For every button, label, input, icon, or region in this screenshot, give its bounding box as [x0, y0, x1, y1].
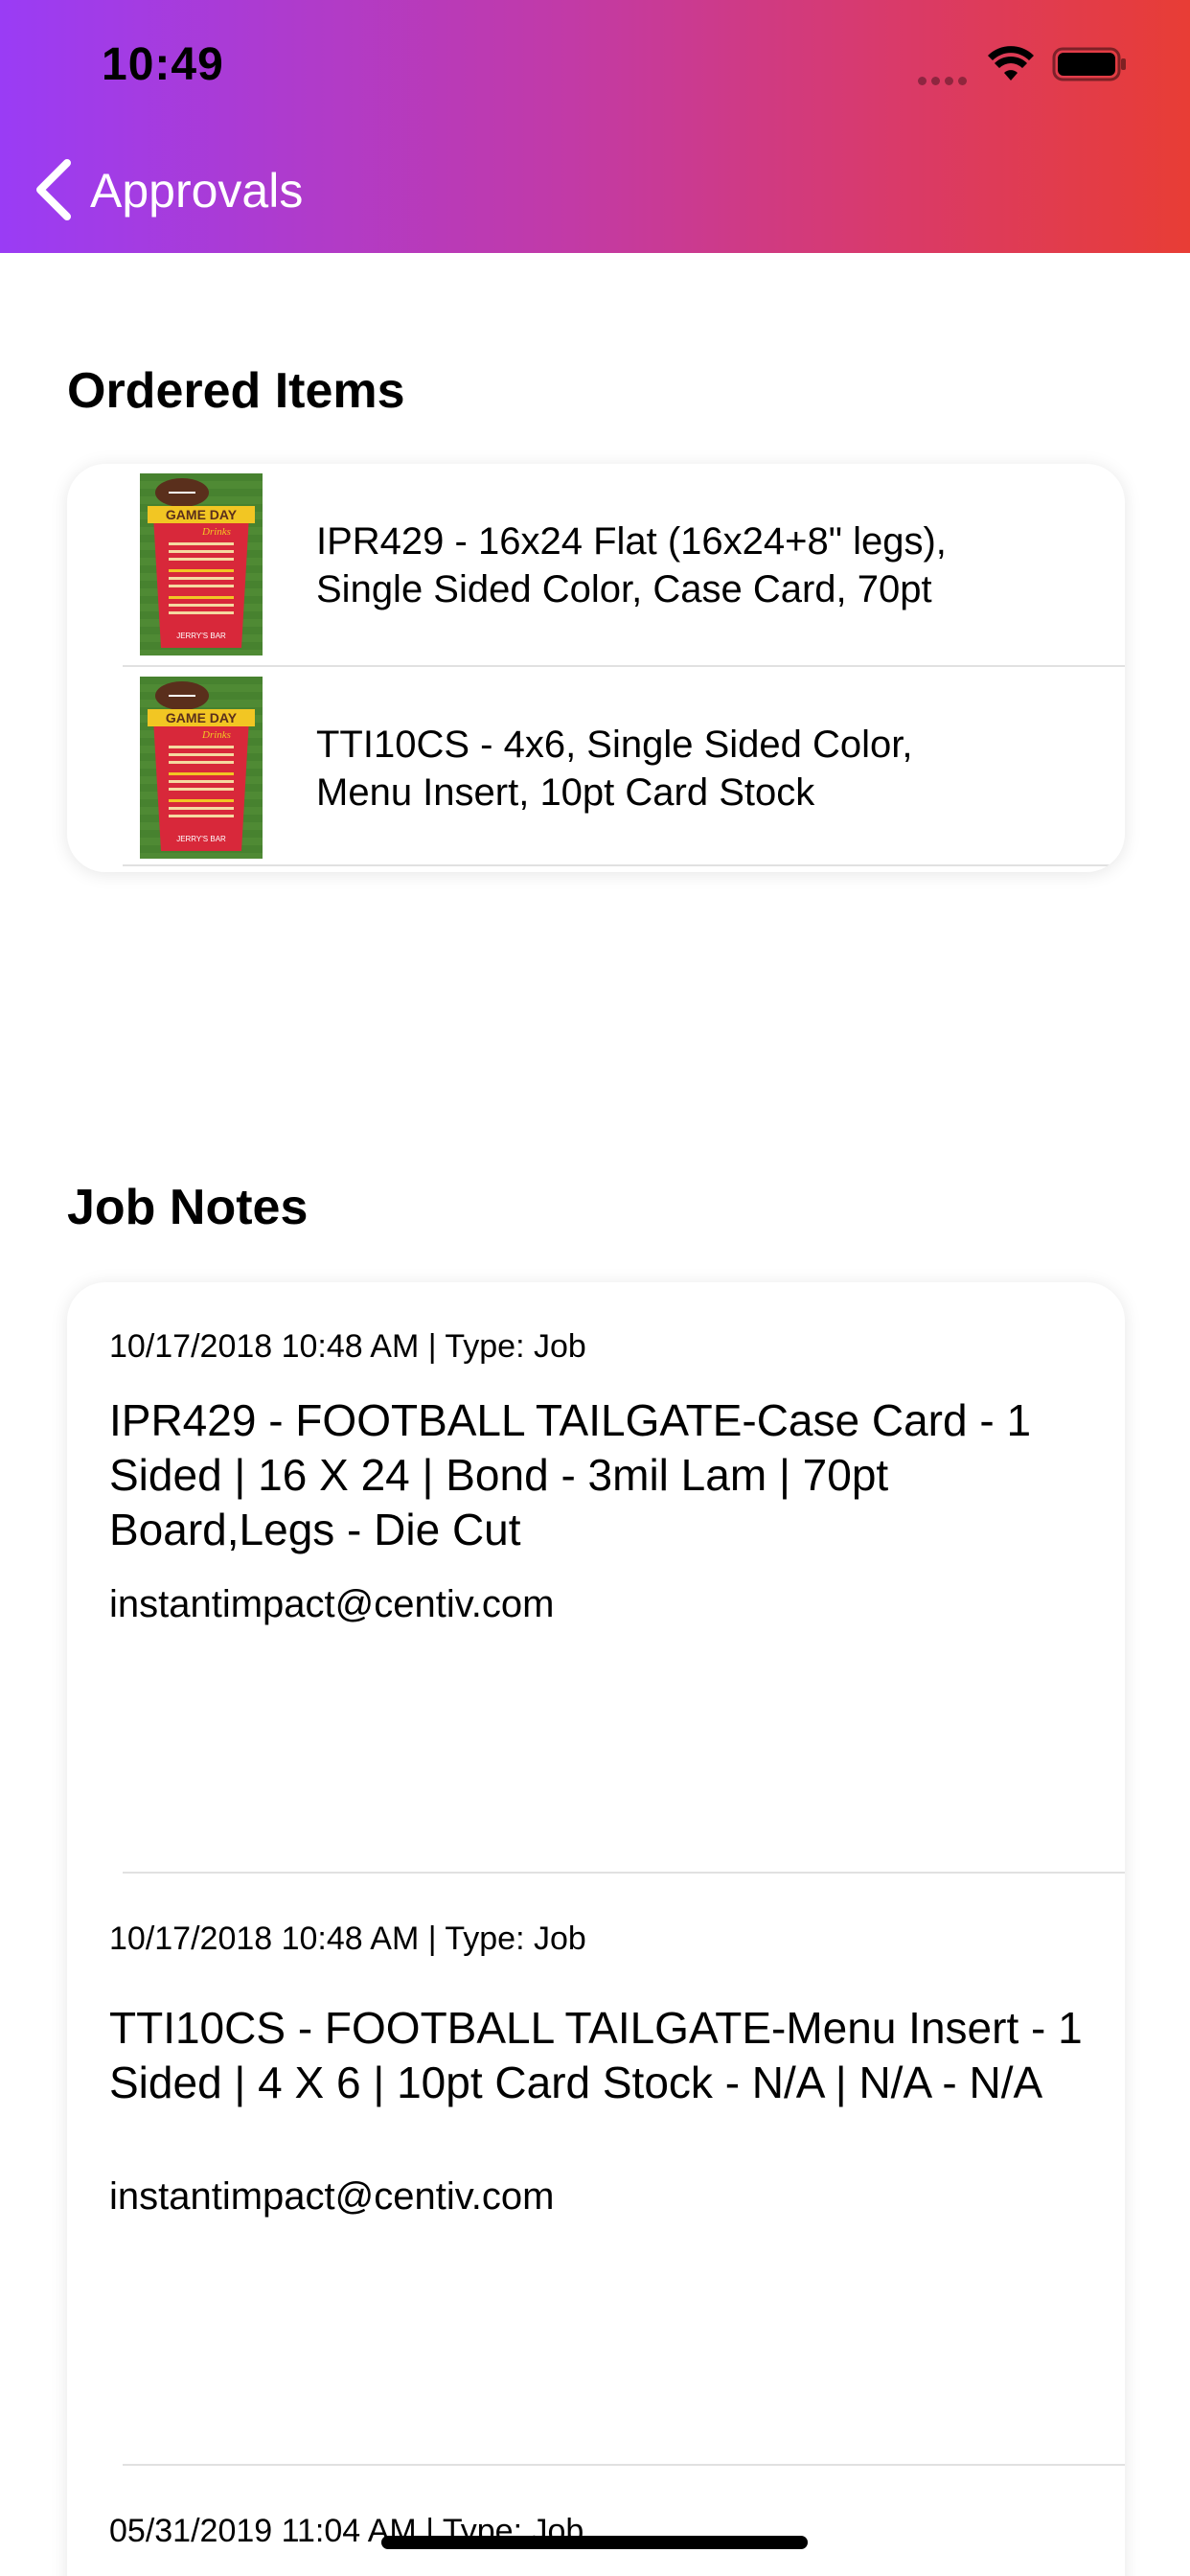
job-notes-title: Job Notes — [67, 1180, 309, 1235]
note-email: instantimpact@centiv.com — [109, 2175, 555, 2218]
wifi-icon — [988, 46, 1034, 80]
status-time: 10:49 — [102, 39, 224, 90]
signal-icon — [918, 73, 973, 85]
divider — [123, 1872, 1125, 1874]
chevron-left-icon[interactable] — [33, 159, 75, 220]
ordered-item-description: IPR429 - 16x24 Flat (16x24+8" legs), Sin… — [316, 520, 947, 610]
svg-text:Drinks: Drinks — [201, 526, 231, 538]
svg-text:JERRY'S BAR: JERRY'S BAR — [176, 632, 226, 640]
svg-text:GAME DAY: GAME DAY — [166, 507, 238, 522]
ordered-item-row[interactable]: GAME DAY Drinks JERRY'S BAR TTI10CS - 4x… — [67, 667, 1125, 868]
ordered-item-description: TTI10CS - 4x6, Single Sided Color, Menu … — [316, 724, 913, 814]
ordered-items-card: GAME DAY Drinks JERRY'S BAR IPR429 - 16x… — [67, 464, 1125, 872]
svg-text:Drinks: Drinks — [201, 729, 231, 741]
job-note: 10/17/2018 10:48 AM | Type: Job IPR429 -… — [67, 1282, 1125, 1873]
product-thumbnail: GAME DAY Drinks JERRY'S BAR — [140, 677, 263, 859]
back-button[interactable]: Approvals — [90, 163, 303, 218]
battery-icon — [1052, 47, 1126, 81]
job-note: 10/17/2018 10:48 AM | Type: Job TTI10CS … — [67, 1874, 1125, 2465]
ordered-item-row[interactable]: GAME DAY Drinks JERRY'S BAR IPR429 - 16x… — [67, 464, 1125, 665]
svg-text:JERRY'S BAR: JERRY'S BAR — [176, 835, 226, 843]
job-note: 05/31/2019 11:04 AM | Type: Job — [67, 2467, 1125, 2576]
svg-text:GAME DAY: GAME DAY — [166, 710, 238, 725]
divider — [123, 2464, 1125, 2466]
note-body: TTI10CS - FOOTBALL TAILGATE-Menu Insert … — [109, 2003, 1083, 2107]
note-meta: 10/17/2018 10:48 AM | Type: Job — [109, 1920, 586, 1957]
home-indicator[interactable] — [381, 2536, 808, 2549]
note-email: instantimpact@centiv.com — [109, 1583, 555, 1625]
product-thumbnail: GAME DAY Drinks JERRY'S BAR — [140, 473, 263, 656]
note-body: IPR429 - FOOTBALL TAILGATE-Case Card - 1… — [109, 1395, 1032, 1554]
note-meta: 10/17/2018 10:48 AM | Type: Job — [109, 1328, 586, 1365]
job-notes-card: 10/17/2018 10:48 AM | Type: Job IPR429 -… — [67, 1282, 1125, 2576]
nav-header: 10:49 Approvals — [0, 0, 1190, 253]
ordered-items-title: Ordered Items — [67, 363, 405, 419]
divider — [123, 864, 1125, 866]
